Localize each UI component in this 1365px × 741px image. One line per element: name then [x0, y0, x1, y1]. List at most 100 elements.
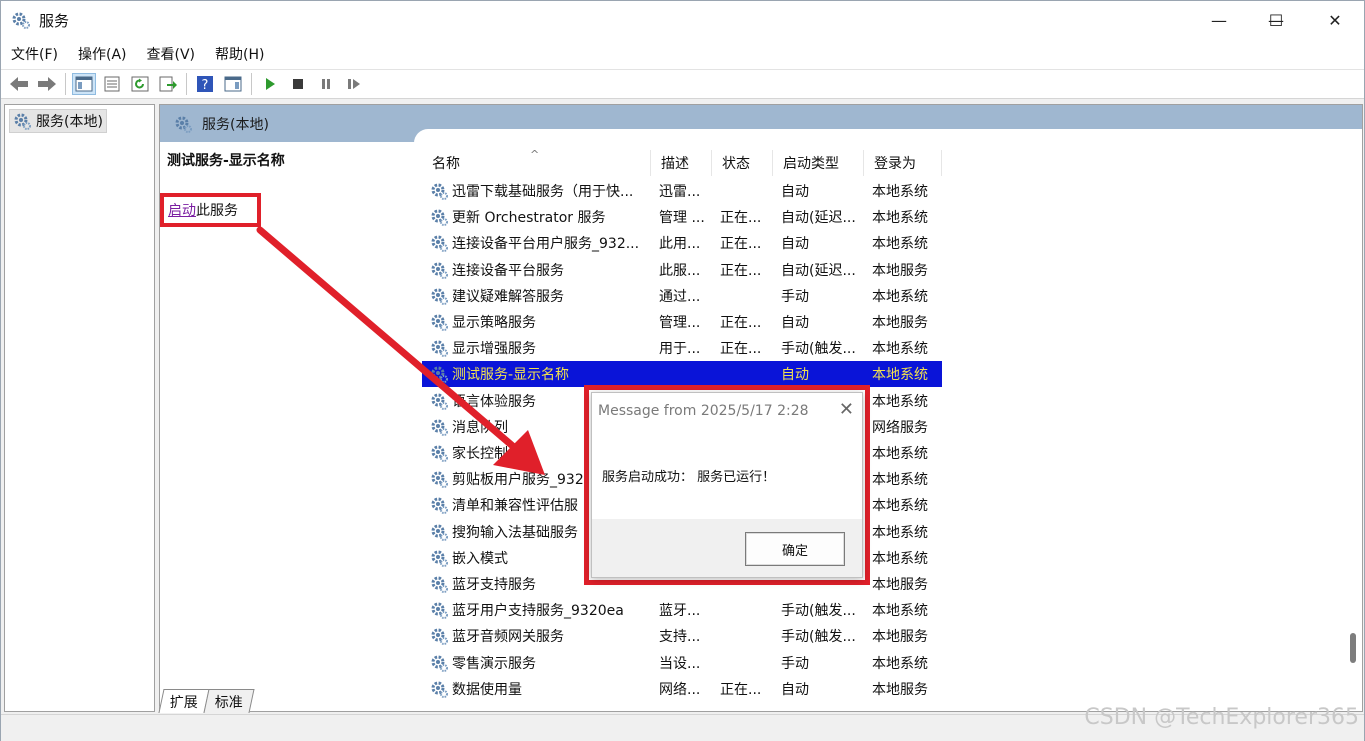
start-service-suffix: 此服务	[196, 203, 238, 219]
menu-action[interactable]: 操作(A)	[68, 44, 137, 64]
menu-file[interactable]: 文件(F)	[1, 44, 68, 64]
service-name: 消息队列	[452, 419, 508, 436]
service-description-panel: 测试服务-显示名称 启动 此服务	[160, 142, 416, 682]
service-name: 建议疑难解答服务	[452, 288, 564, 305]
properties-icon	[104, 76, 120, 92]
service-status-cell	[720, 597, 776, 623]
service-gear-icon	[431, 288, 448, 305]
menu-help[interactable]: 帮助(H)	[205, 44, 274, 64]
table-row[interactable]: 蓝牙用户支持服务_9320ea 蓝牙... 手动(触发... 本地系统	[422, 597, 942, 623]
action-pane-icon	[224, 76, 242, 92]
tree-item-services-local[interactable]: 服务(本地)	[9, 109, 107, 133]
service-gear-icon	[431, 340, 448, 358]
start-service-button[interactable]	[258, 73, 282, 95]
dialog-body: 服务启动成功： 服务已运行！	[592, 429, 862, 519]
column-header-start-type-label: 启动类型	[783, 156, 839, 172]
service-gear-icon	[431, 550, 448, 567]
service-name: 零售演示服务	[452, 655, 536, 672]
vertical-scrollbar-thumb[interactable]	[1350, 633, 1356, 663]
service-name: 蓝牙音频网关服务	[452, 629, 564, 646]
service-status-cell: 正在...	[720, 210, 762, 227]
toolbar: ?	[1, 69, 1364, 99]
help-button[interactable]: ?	[193, 73, 217, 95]
properties-button[interactable]	[100, 73, 124, 95]
service-desc-cell: 当设...	[659, 655, 701, 672]
show-action-pane-button[interactable]	[221, 73, 245, 95]
column-header-start-type[interactable]: 启动类型	[773, 150, 864, 176]
services-list: 名称 ^ 描述 状态 启动类型 登录为 迅雷下载基础服务（用于快... 迅雷...…	[422, 142, 1342, 698]
service-start-type-cell: 自动	[781, 184, 809, 200]
column-header-status[interactable]: 状态	[712, 150, 773, 176]
export-list-button[interactable]	[156, 73, 180, 95]
service-gear-icon	[431, 183, 448, 200]
service-logon-cell: 本地服务	[872, 681, 928, 698]
services-gear-icon	[12, 12, 30, 29]
service-start-type-cell: 手动(触发...	[781, 629, 856, 646]
start-service-link[interactable]: 启动	[168, 200, 196, 220]
service-logon-cell: 本地服务	[872, 577, 928, 593]
table-row[interactable]: 连接设备平台服务 此服... 正在... 自动(延迟... 本地服务	[422, 257, 942, 283]
toolbar-separator	[251, 73, 252, 95]
service-desc-cell: 迅雷...	[659, 184, 701, 200]
service-logon-cell: 本地系统	[872, 393, 928, 410]
dialog-title[interactable]: Message from 2025/5/17 2:28	[592, 393, 862, 429]
minimize-button-visible[interactable]: —	[1189, 1, 1249, 39]
show-hide-tree-button[interactable]	[72, 73, 96, 95]
service-start-type-cell: 手动(触发...	[781, 603, 856, 620]
table-row[interactable]: 更新 Orchestrator 服务 管理 ... 正在... 自动(延迟... 本地系…	[422, 204, 942, 230]
service-logon-cell: 本地系统	[872, 524, 928, 541]
menu-view[interactable]: 查看(V)	[137, 44, 206, 64]
service-name: 连接设备平台用户服务_932...	[452, 236, 640, 253]
service-desc-cell	[659, 361, 715, 387]
dialog-ok-button[interactable]: 确定	[745, 532, 845, 566]
table-row[interactable]: 连接设备平台用户服务_932... 此用... 正在... 自动 本地系统	[422, 230, 942, 256]
column-header-desc[interactable]: 描述	[651, 150, 712, 176]
resume-icon	[348, 79, 360, 89]
column-header-status-label: 状态	[722, 156, 750, 172]
pause-service-button[interactable]	[314, 73, 338, 95]
service-gear-icon	[431, 235, 448, 253]
table-row[interactable]: 显示增强服务 用于... 正在... 手动(触发... 本地系统	[422, 335, 942, 361]
table-row[interactable]: 迅雷下载基础服务（用于快... 迅雷... 自动 本地系统	[422, 178, 942, 204]
services-gear-icon	[175, 116, 192, 133]
close-button[interactable]: ✕	[1305, 1, 1365, 39]
resume-service-button[interactable]	[342, 73, 366, 95]
refresh-button[interactable]	[128, 73, 152, 95]
table-row[interactable]: 建议疑难解答服务 通过... 手动 本地系统	[422, 283, 942, 309]
maximize-button[interactable]: ☐	[1246, 1, 1306, 39]
service-name: 清单和兼容性评估服	[452, 498, 578, 515]
forward-button[interactable]	[35, 73, 59, 95]
sort-ascending-icon: ^	[530, 148, 540, 161]
service-logon-cell: 本地系统	[872, 446, 928, 462]
service-status-cell: 正在...	[720, 681, 762, 698]
service-start-type-cell: 自动(延迟...	[781, 262, 856, 279]
service-logon-cell: 本地系统	[872, 236, 928, 253]
table-row-selected[interactable]: 测试服务-显示名称 自动 本地系统	[422, 361, 942, 388]
back-button[interactable]	[7, 73, 31, 95]
service-logon-cell: 本地系统	[872, 210, 928, 227]
column-header-name[interactable]: 名称 ^	[422, 148, 651, 176]
table-row[interactable]: 蓝牙音频网关服务 支持... 手动(触发... 本地服务	[422, 623, 942, 649]
tab-extended[interactable]: 扩展	[158, 689, 210, 713]
service-logon-cell: 本地服务	[872, 315, 928, 331]
service-logon-cell: 本地系统	[872, 367, 928, 384]
table-row[interactable]: 显示策略服务 管理... 正在... 自动 本地服务	[422, 309, 942, 335]
dialog-close-icon[interactable]: ✕	[839, 399, 854, 420]
title-bar[interactable]: 服务 —	[1, 1, 1364, 39]
service-gear-icon	[431, 262, 448, 279]
console-tree-icon	[75, 76, 93, 92]
stop-service-button[interactable]	[286, 73, 310, 95]
service-name: 蓝牙支持服务	[452, 577, 536, 593]
service-status-cell	[720, 283, 776, 309]
service-name: 显示增强服务	[452, 341, 536, 358]
tab-standard[interactable]: 标准	[203, 689, 255, 713]
service-name: 测试服务-显示名称	[452, 367, 570, 384]
service-gear-icon	[431, 445, 448, 462]
table-row[interactable]: 零售演示服务 当设... 手动 本地系统	[422, 650, 942, 676]
table-row[interactable]: 数据使用量 网络... 正在... 自动 本地服务	[422, 676, 942, 702]
tab-extended-label: 扩展	[169, 694, 198, 711]
watermark: CSDN @TechExplorer365	[1084, 705, 1359, 730]
service-status-cell	[720, 650, 776, 676]
dialog-message: 服务启动成功： 服务已运行！	[602, 470, 776, 485]
column-header-logon[interactable]: 登录为	[864, 150, 942, 176]
